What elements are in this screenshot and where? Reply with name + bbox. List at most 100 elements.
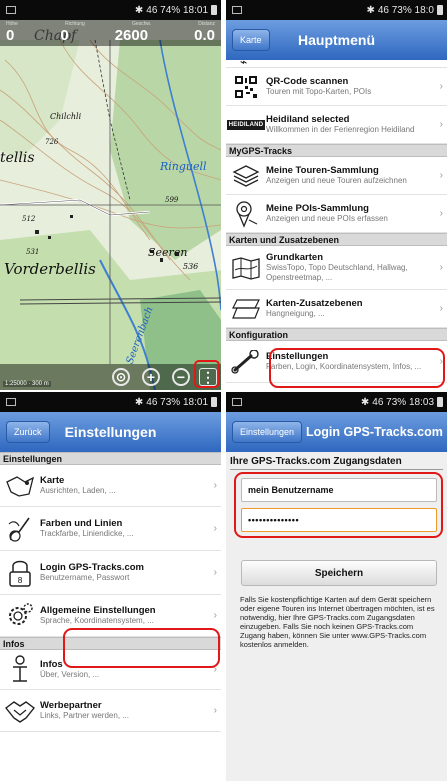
menu-item-touren[interactable]: Meine Touren-Sammlung Anzeigen und neue T… — [226, 157, 447, 195]
status-bar: ✱ 46 73% 18:03 — [226, 392, 447, 412]
chevron-right-icon: › — [213, 522, 217, 534]
menu-item-grundkarten[interactable]: Grundkarten SwissTopo, Topo Deutschland, … — [226, 246, 447, 290]
bluetooth-icon: ✱ — [360, 396, 370, 408]
notification-icon — [6, 398, 16, 406]
chevron-right-icon: › — [439, 118, 443, 130]
chevron-right-icon: › — [213, 609, 217, 621]
menu-item-pois[interactable]: Meine POIs-Sammlung Anzeigen und neue POI… — [226, 195, 447, 233]
scrolled-row-edge: ⌁ — [226, 55, 447, 69]
menu-item-qr[interactable]: QR-Code scannen Touren mit Topo-Karten, P… — [226, 68, 447, 106]
chevron-right-icon: › — [439, 80, 443, 92]
item-subtitle: Willkommen in der Ferienregion Heidiland — [266, 125, 415, 134]
status-text: 46 74% 18:01 — [146, 4, 208, 16]
chevron-right-icon: › — [439, 302, 443, 314]
page-title: Hauptmenü — [298, 32, 375, 48]
settings-item-karte[interactable]: Karte Ausrichten, Laden, ... › — [0, 465, 221, 507]
bluetooth-icon: ✱ — [366, 4, 375, 16]
info-value: 2600 — [114, 27, 149, 44]
back-button[interactable]: Einstellungen — [232, 421, 303, 443]
lock-icon: 8 — [0, 551, 40, 594]
page-title: Login GPS-Tracks.com — [306, 425, 443, 439]
map-label: Chilchli — [50, 112, 82, 121]
map-label: 726 — [45, 138, 59, 146]
item-title: Heidiland selected — [266, 114, 350, 125]
brush-icon — [0, 507, 40, 550]
item-subtitle: Links, Partner werden, ... — [40, 711, 129, 720]
chevron-right-icon: › — [439, 207, 443, 219]
status-bar: ✱ 46 74% 18:01 — [0, 0, 221, 20]
info-person-icon — [0, 650, 40, 689]
topo-map[interactable] — [0, 0, 221, 390]
map-icon — [0, 465, 40, 506]
item-subtitle: Anzeigen und neue Touren aufzeichnen — [266, 176, 407, 185]
highlight-credentials — [234, 472, 443, 538]
bluetooth-icon: ✱ — [134, 4, 144, 16]
item-title: Grundkarten — [266, 252, 324, 263]
item-subtitle: Hangneigung, ... — [266, 309, 325, 318]
back-button[interactable]: Zurück — [6, 421, 50, 443]
item-title: Meine POIs-Sammlung — [266, 203, 369, 214]
info-text: Falls Sie kostenpflichtige Karten auf de… — [240, 595, 435, 649]
map-label: 536 — [183, 262, 199, 271]
item-subtitle: Touren mit Topo-Karten, POIs — [266, 87, 372, 96]
status-bar: ✱ 46 73% 18:0 — [226, 0, 447, 20]
status-bar: ✱ 46 73% 18:01 — [0, 392, 221, 412]
section-header: Konfiguration — [226, 328, 447, 341]
bluetooth-icon: ✱ — [134, 396, 144, 408]
section-header: Karten und Zusatzebenen — [226, 233, 447, 246]
notification-icon — [232, 398, 242, 406]
map-toolbar: 1:25000 · 300 m ⊙ + − ⋮ — [0, 364, 221, 390]
section-header: MyGPS-Tracks — [226, 144, 447, 157]
item-title: Login GPS-Tracks.com — [40, 562, 144, 573]
back-button[interactable]: Karte — [232, 29, 270, 51]
info-value: 0 — [6, 27, 15, 44]
item-subtitle: SwissTopo, Topo Deutschland, Hallwag, Op… — [266, 263, 408, 282]
status-text: 46 73% 18:03 — [372, 396, 434, 408]
heidiland-logo-text: HEIDILAND — [226, 119, 266, 130]
save-button[interactable]: Speichern — [241, 560, 437, 586]
main-menu-screen: ✱ 46 73% 18:0 Karte Hauptmenü ⌁ QR-Code s… — [226, 0, 447, 390]
status-text: 46 73% 18:01 — [146, 396, 208, 408]
map-info-bar: Höhe Richtung Geschw. Distanz 0 0 2600 0… — [0, 20, 221, 46]
battery-icon — [437, 5, 443, 15]
menu-item-heidiland[interactable]: HEIDILAND Heidiland selected Willkommen i… — [226, 106, 447, 144]
menu-item-zusatzebenen[interactable]: Karten-Zusatzebenen Hangneigung, ... › — [226, 290, 447, 328]
chevron-right-icon: › — [213, 479, 217, 491]
locate-icon[interactable]: ⊙ — [112, 368, 130, 386]
map-label: 531 — [26, 248, 40, 256]
item-title: QR-Code scannen — [266, 76, 349, 87]
chevron-right-icon: › — [439, 261, 443, 273]
handshake-icon — [0, 690, 40, 731]
zoom-in-button[interactable]: + — [142, 368, 160, 386]
item-title: Farben und Linien — [40, 518, 123, 529]
page-title: Einstellungen — [64, 424, 157, 440]
map-icon — [226, 246, 266, 289]
layers-icon — [226, 157, 266, 194]
chevron-right-icon: › — [439, 169, 443, 181]
settings-item-login[interactable]: 8 Login GPS-Tracks.com Benutzername, Pass… — [0, 551, 221, 595]
battery-icon — [211, 5, 217, 15]
info-value: 0 — [60, 27, 69, 44]
item-subtitle: Benutzername, Passwort — [40, 573, 130, 582]
item-subtitle: Über, Version, ... — [40, 670, 100, 679]
qr-code-icon — [226, 68, 266, 105]
gear-icon — [0, 595, 40, 636]
pin-icon — [226, 195, 266, 232]
notification-icon — [232, 6, 242, 14]
highlight-einstellungen — [269, 348, 445, 388]
map-label: 599 — [165, 196, 179, 204]
chevron-right-icon: › — [213, 704, 217, 716]
title-bar: Einstellungen Login GPS-Tracks.com — [226, 412, 447, 452]
title-bar: Karte Hauptmenü — [226, 20, 447, 60]
item-subtitle: Anzeigen und neue POIs erfassen — [266, 214, 388, 223]
item-title: Allgemeine Einstellungen — [40, 605, 156, 616]
zoom-out-button[interactable]: − — [172, 368, 190, 386]
settings-item-farben[interactable]: Farben und Linien Trackfarbe, Liniendicke… — [0, 507, 221, 551]
wrench-icon: ⌁ — [240, 55, 248, 69]
item-title: Karte — [40, 475, 65, 486]
battery-icon — [211, 397, 217, 407]
map-label: tellis — [0, 150, 35, 166]
settings-screen: ✱ 46 73% 18:01 Zurück Einstellungen Einst… — [0, 392, 221, 781]
settings-item-werbepartner[interactable]: Werbepartner Links, Partner werden, ... › — [0, 690, 221, 732]
map-label: Ringuell — [160, 160, 207, 173]
